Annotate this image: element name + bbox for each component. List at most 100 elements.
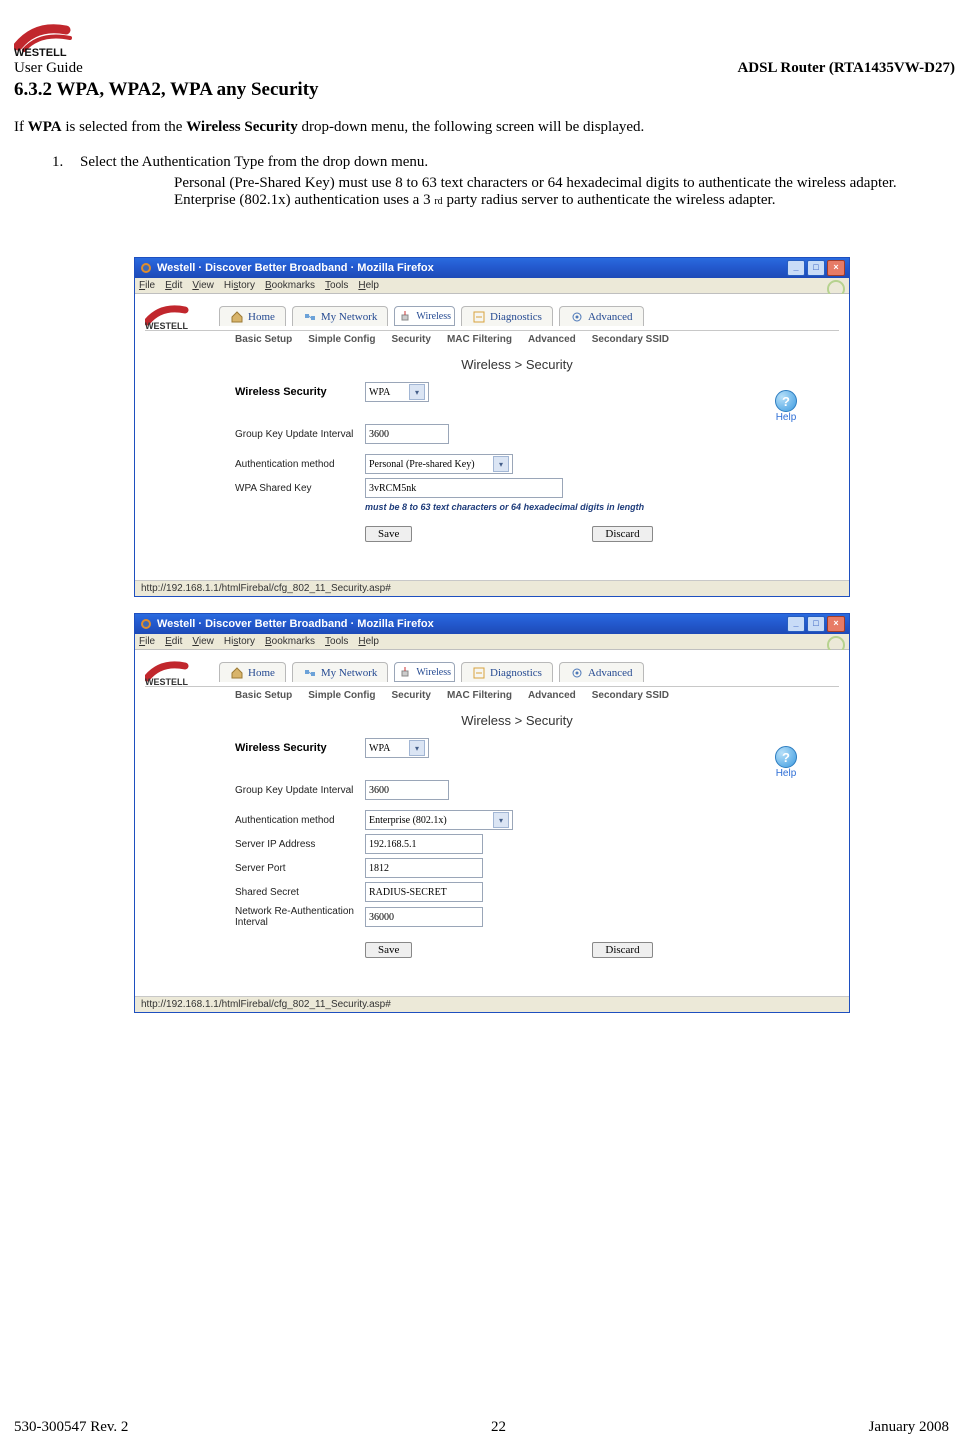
row-reauth: Network Re-Authentication Interval <box>235 906 799 928</box>
subtab-advanced[interactable]: Advanced <box>528 690 576 701</box>
discard-button[interactable]: Discard <box>592 526 652 542</box>
subtab-secondary[interactable]: Secondary SSID <box>592 690 669 701</box>
row-group-key: Group Key Update Interval <box>235 424 799 444</box>
subtab-mac[interactable]: MAC Filtering <box>447 690 512 701</box>
menu-file[interactable]: File <box>139 280 155 291</box>
close-button[interactable]: × <box>827 260 845 276</box>
westell-logo: WESTELL <box>14 18 955 58</box>
wpa-key-input[interactable] <box>365 478 563 498</box>
menu-tools[interactable]: Tools <box>325 280 348 291</box>
tab-home[interactable]: Home <box>219 306 286 326</box>
close-button[interactable]: × <box>827 616 845 632</box>
tab-advanced[interactable]: Advanced <box>559 662 644 682</box>
tab-diagnostics[interactable]: Diagnostics <box>461 662 553 682</box>
main-tabs: Home My Network Wireless Diagnostics Adv… <box>219 662 644 682</box>
discard-button[interactable]: Discard <box>592 942 652 958</box>
menu-view[interactable]: View <box>192 280 214 291</box>
sub-tabs: Basic Setup Simple Config Security MAC F… <box>145 330 839 347</box>
subtab-security[interactable]: Security <box>391 334 430 345</box>
page-body: WESTELL Home My Network Wireless <box>135 294 849 580</box>
row-serverip: Server IP Address <box>235 834 799 854</box>
tab-home[interactable]: Home <box>219 662 286 682</box>
status-bar: http://192.168.1.1/htmlFirebal/cfg_802_1… <box>135 996 849 1012</box>
maximize-button[interactable]: □ <box>807 260 825 276</box>
menu-view[interactable]: View <box>192 636 214 647</box>
footer-right: January 2008 <box>869 1419 949 1436</box>
firefox-icon <box>139 261 153 275</box>
home-icon <box>230 310 244 324</box>
svg-text:WESTELL: WESTELL <box>14 47 67 58</box>
menu-bookmarks[interactable]: Bookmarks <box>265 636 315 647</box>
intro-paragraph: If WPA is selected from the Wireless Sec… <box>14 119 955 136</box>
westell-swoosh-icon: WESTELL <box>145 658 203 686</box>
step-text: Select the Authentication Type from the … <box>80 154 955 171</box>
subtab-basic[interactable]: Basic Setup <box>235 690 292 701</box>
help-block[interactable]: ? Help <box>775 390 797 423</box>
wireless-security-select[interactable]: WPA▾ <box>365 382 429 402</box>
svg-text:WESTELL: WESTELL <box>145 677 188 686</box>
menu-edit[interactable]: Edit <box>165 636 182 647</box>
menu-history[interactable]: History <box>224 280 255 291</box>
step-number: 1. <box>52 154 80 171</box>
menu-file[interactable]: File <box>139 636 155 647</box>
server-ip-input[interactable] <box>365 834 483 854</box>
wireless-icon <box>398 665 412 679</box>
menu-help[interactable]: Help <box>358 280 379 291</box>
maximize-button[interactable]: □ <box>807 616 825 632</box>
menu-help[interactable]: Help <box>358 636 379 647</box>
window-title: Westell · Discover Better Broadband · Mo… <box>157 618 434 630</box>
help-label: Help <box>775 412 797 423</box>
network-icon <box>303 310 317 324</box>
server-port-input[interactable] <box>365 858 483 878</box>
tab-wireless[interactable]: Wireless <box>394 662 455 682</box>
sub-tabs: Basic Setup Simple Config Security MAC F… <box>145 686 839 703</box>
subtab-mac[interactable]: MAC Filtering <box>447 334 512 345</box>
home-icon <box>230 666 244 680</box>
tab-diagnostics[interactable]: Diagnostics <box>461 306 553 326</box>
group-key-input[interactable] <box>365 424 449 444</box>
row-auth: Authentication method Enterprise (802.1x… <box>235 810 799 830</box>
titlebar: Westell · Discover Better Broadband · Mo… <box>135 614 849 634</box>
save-button[interactable]: Save <box>365 526 412 542</box>
status-bar: http://192.168.1.1/htmlFirebal/cfg_802_1… <box>135 580 849 596</box>
tab-mynetwork[interactable]: My Network <box>292 662 389 682</box>
subtab-security[interactable]: Security <box>391 690 430 701</box>
tab-advanced[interactable]: Advanced <box>559 306 644 326</box>
minimize-button[interactable]: _ <box>787 616 805 632</box>
subtab-advanced[interactable]: Advanced <box>528 334 576 345</box>
wireless-security-select[interactable]: WPA▾ <box>365 738 429 758</box>
help-block[interactable]: ? Help <box>775 746 797 779</box>
help-label: Help <box>775 768 797 779</box>
minimize-button[interactable]: _ <box>787 260 805 276</box>
firefox-icon <box>139 617 153 631</box>
subtab-simple[interactable]: Simple Config <box>308 690 375 701</box>
auth-select[interactable]: Enterprise (802.1x)▾ <box>365 810 513 830</box>
subtab-basic[interactable]: Basic Setup <box>235 334 292 345</box>
window-title: Westell · Discover Better Broadband · Mo… <box>157 262 434 274</box>
auth-select[interactable]: Personal (Pre-shared Key)▾ <box>365 454 513 474</box>
group-key-input[interactable] <box>365 780 449 800</box>
footer-page: 22 <box>491 1419 506 1436</box>
page-body: WESTELL Home My Network Wireless <box>135 650 849 996</box>
reauth-input[interactable] <box>365 907 483 927</box>
svg-text:WESTELL: WESTELL <box>145 321 188 330</box>
tab-wireless[interactable]: Wireless <box>394 306 455 326</box>
menubar: File Edit View History Bookmarks Tools H… <box>135 278 849 294</box>
diagnostics-icon <box>472 310 486 324</box>
row-wireless-security: Wireless Security WPA▾ <box>235 738 799 758</box>
subtab-secondary[interactable]: Secondary SSID <box>592 334 669 345</box>
menu-history[interactable]: History <box>224 636 255 647</box>
menu-edit[interactable]: Edit <box>165 280 182 291</box>
shared-secret-input[interactable] <box>365 882 483 902</box>
row-secret: Shared Secret <box>235 882 799 902</box>
step-1: 1. Select the Authentication Type from t… <box>52 154 955 171</box>
subtab-simple[interactable]: Simple Config <box>308 334 375 345</box>
menubar: File Edit View History Bookmarks Tools H… <box>135 634 849 650</box>
row-wpakey: WPA Shared Key <box>235 478 799 498</box>
menu-bookmarks[interactable]: Bookmarks <box>265 280 315 291</box>
save-button[interactable]: Save <box>365 942 412 958</box>
row-auth: Authentication method Personal (Pre-shar… <box>235 454 799 474</box>
tab-mynetwork[interactable]: My Network <box>292 306 389 326</box>
help-icon: ? <box>775 390 797 412</box>
menu-tools[interactable]: Tools <box>325 636 348 647</box>
